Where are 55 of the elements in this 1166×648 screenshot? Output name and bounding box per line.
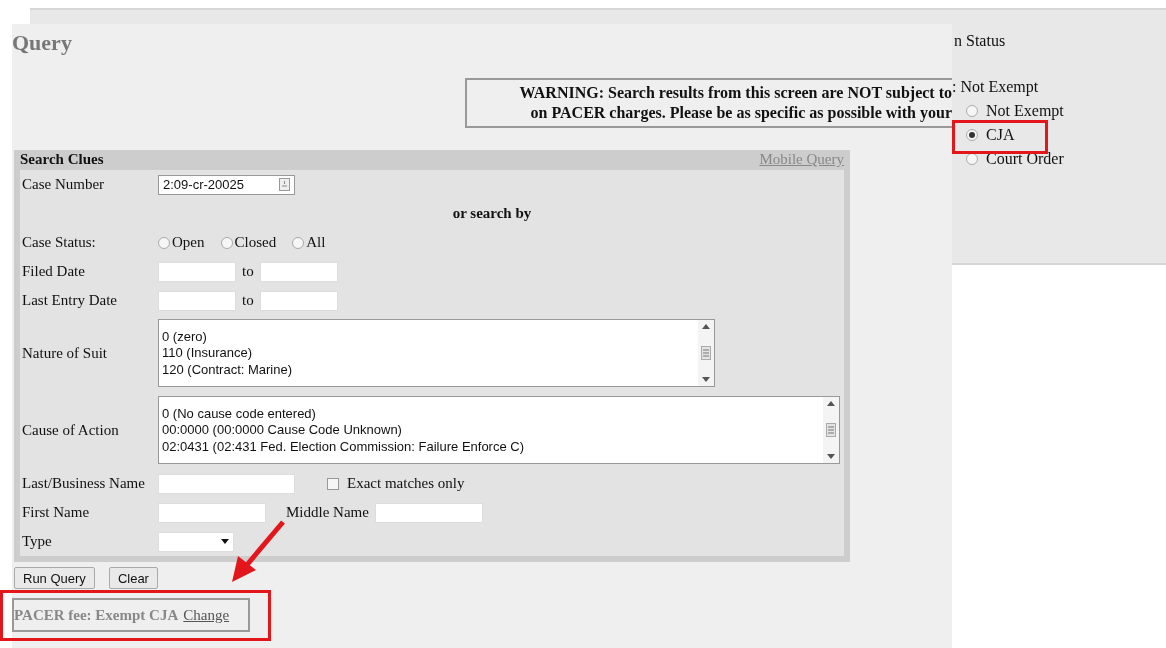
scrollbar[interactable] bbox=[823, 397, 839, 463]
radio-button[interactable] bbox=[966, 129, 978, 141]
date-field[interactable] bbox=[259, 290, 338, 311]
scroll-down-icon[interactable] bbox=[827, 453, 835, 459]
query-button[interactable]: Clear bbox=[108, 567, 158, 589]
field-label: Nature of Suit bbox=[21, 343, 108, 363]
radio-button[interactable] bbox=[966, 105, 978, 117]
field-label: Cause of Action bbox=[21, 420, 120, 440]
panel-title: Search Clues bbox=[20, 151, 104, 168]
case-number-field[interactable]: 2:09-cr-20025 bbox=[158, 174, 295, 195]
query-button[interactable]: Run Query bbox=[14, 567, 95, 589]
radio-button[interactable] bbox=[158, 236, 170, 249]
date-field[interactable] bbox=[158, 261, 236, 282]
field-label: Filed Date bbox=[21, 262, 86, 281]
scroll-up-icon[interactable] bbox=[827, 401, 835, 407]
fee-text: PACER fee: Exempt CJA bbox=[14, 606, 179, 624]
field-label: Last Entry Date bbox=[21, 291, 118, 310]
page-title: Query bbox=[12, 30, 72, 56]
checkbox-label: Exact matches only bbox=[347, 475, 465, 492]
cause-of-action-list[interactable]: 0 (No cause code entered) 00:0000 (00:0000 Cause Code Unknown) 02:0431 (02:431 Fed. Election Commission: Failure Enforce C) bbox=[158, 396, 840, 464]
scroll-down-icon[interactable] bbox=[702, 376, 710, 382]
date-field[interactable] bbox=[158, 290, 236, 311]
field-label: Type bbox=[21, 532, 53, 551]
range-label: to bbox=[242, 263, 254, 280]
warning-message: WARNING: Search results from this screen are NOT subject to on PACER charges. Please be as specific as possible with your bbox=[465, 78, 952, 128]
radio-label: All bbox=[306, 234, 326, 251]
field-label: Last/Business Name bbox=[21, 474, 146, 493]
radio-label: Closed bbox=[234, 234, 277, 251]
scrollbar[interactable] bbox=[698, 320, 714, 386]
radio-label: Open bbox=[172, 234, 205, 251]
range-label: to bbox=[242, 292, 254, 309]
caret-icon bbox=[221, 539, 229, 544]
field-label: Middle Name bbox=[286, 504, 369, 521]
field-label: First Name bbox=[21, 503, 91, 522]
radio-button[interactable] bbox=[292, 236, 305, 249]
section-heading: n Status bbox=[953, 32, 1007, 50]
nature-of-suit-list[interactable]: 0 (zero) 110 (Insurance) 120 (Contract: Marine) bbox=[158, 319, 715, 387]
date-field[interactable] bbox=[259, 261, 338, 282]
checkbox[interactable] bbox=[327, 477, 339, 490]
middle-name-field[interactable] bbox=[374, 502, 483, 523]
current-status: : Not Exempt bbox=[952, 78, 1040, 96]
field-label: Case Status: bbox=[21, 233, 97, 252]
radio-button[interactable] bbox=[220, 236, 233, 249]
last-name-field[interactable] bbox=[158, 473, 295, 494]
change-link[interactable]: Change bbox=[183, 606, 230, 624]
contact-card-icon bbox=[279, 178, 290, 191]
radio-label: CJA bbox=[986, 126, 1015, 144]
scroll-up-icon[interactable] bbox=[702, 324, 710, 330]
radio-label: Not Exempt bbox=[986, 102, 1064, 120]
first-name-field[interactable] bbox=[158, 502, 266, 523]
section-label: or search by bbox=[451, 204, 533, 223]
field-label: Case Number bbox=[21, 175, 106, 194]
scroll-thumb[interactable] bbox=[826, 423, 836, 437]
scroll-thumb[interactable] bbox=[701, 346, 711, 360]
type-dropdown[interactable] bbox=[158, 531, 234, 552]
